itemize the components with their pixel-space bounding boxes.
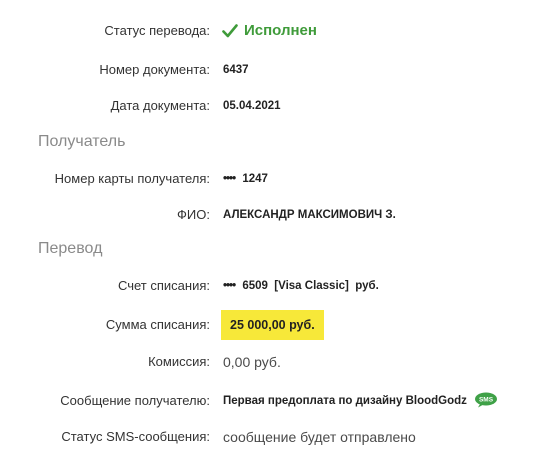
card-mask: •••• xyxy=(223,173,236,185)
sms-status-label: Статус SMS-сообщения: xyxy=(61,429,210,444)
account-type: [Visa Classic] xyxy=(274,280,349,292)
account-label: Счет списания: xyxy=(117,278,210,293)
status-text: Исполнен xyxy=(244,22,317,39)
sms-icon: SMS xyxy=(475,392,498,408)
account-mask: •••• xyxy=(223,280,236,292)
doc-number-label: Номер документа: xyxy=(99,62,210,77)
message-value: Первая предоплата по дизайну BloodGodz S… xyxy=(223,389,498,413)
doc-number-value: 6437 xyxy=(223,64,249,76)
card-number-row: Номер карты получателя: •••• 1247 xyxy=(0,167,554,191)
card-number-label: Номер карты получателя: xyxy=(54,171,210,186)
card-number-value: •••• 1247 xyxy=(223,167,268,191)
card-last4: 1247 xyxy=(242,173,268,185)
sms-status-value: сообщение будет отправлено xyxy=(223,429,416,445)
fee-value: 0,00 руб. xyxy=(223,354,281,370)
recipient-name-value: АЛЕКСАНДР МАКСИМОВИЧ З. xyxy=(223,209,396,221)
sms-status-row: Статус SMS-сообщения: сообщение будет от… xyxy=(0,425,554,449)
transfer-section-title: Перевод xyxy=(38,240,103,257)
recipient-name-label: ФИО: xyxy=(177,207,210,222)
checkmark-icon xyxy=(222,24,238,38)
doc-date-row: Дата документа: 05.04.2021 xyxy=(0,94,554,118)
fee-row: Комиссия: 0,00 руб. xyxy=(0,350,554,374)
amount-value: 25 000,00 руб. xyxy=(221,310,324,340)
message-label: Сообщение получателю: xyxy=(60,393,210,408)
recipient-name-row: ФИО: АЛЕКСАНДР МАКСИМОВИЧ З. xyxy=(0,203,554,227)
doc-number-row: Номер документа: 6437 xyxy=(0,58,554,82)
doc-date-value: 05.04.2021 xyxy=(223,100,281,112)
status-value: Исполнен xyxy=(222,19,317,43)
message-row: Сообщение получателю: Первая предоплата … xyxy=(0,389,554,413)
status-label: Статус перевода: xyxy=(104,23,210,38)
amount-row: Сумма списания: 25 000,00 руб. xyxy=(0,310,554,340)
account-currency: руб. xyxy=(355,280,379,292)
message-text: Первая предоплата по дизайну BloodGodz xyxy=(223,395,467,407)
doc-date-label: Дата документа: xyxy=(110,98,210,113)
sms-badge-text: SMS xyxy=(479,396,494,403)
recipient-section-title: Получатель xyxy=(38,133,126,150)
amount-label: Сумма списания: xyxy=(105,317,210,332)
account-row: Счет списания: •••• 6509 [Visa Classic] … xyxy=(0,274,554,298)
status-row: Статус перевода: Исполнен xyxy=(0,19,554,43)
account-value: •••• 6509 [Visa Classic] руб. xyxy=(223,274,379,298)
account-last4: 6509 xyxy=(242,280,268,292)
fee-label: Комиссия: xyxy=(148,354,210,369)
